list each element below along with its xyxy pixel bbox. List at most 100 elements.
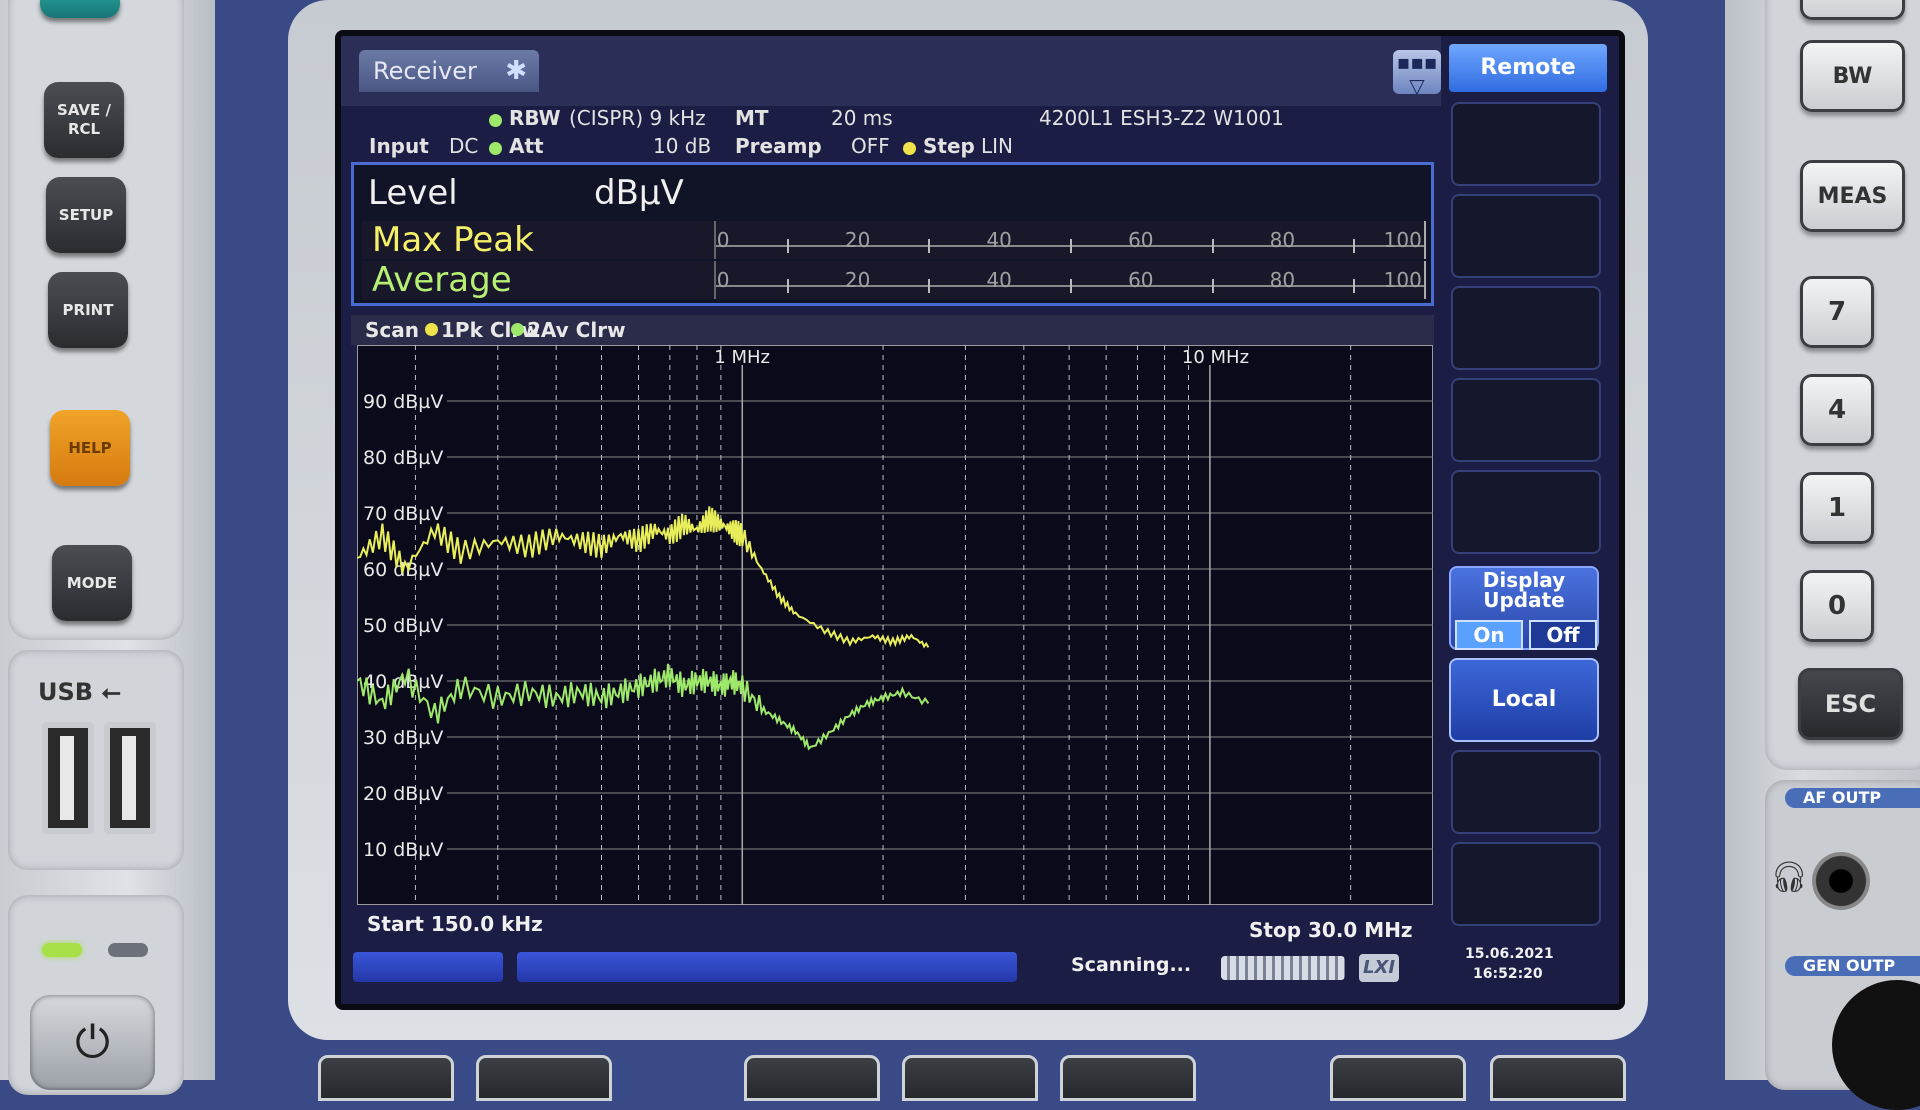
level-row-label: Max Peak: [372, 220, 534, 260]
bottom-key-4[interactable]: [902, 1055, 1038, 1101]
key-1[interactable]: 1: [1800, 472, 1874, 544]
display-update-label: Display Update: [1482, 568, 1566, 612]
hw-key-top-right[interactable]: [1800, 0, 1905, 20]
usb-port-1[interactable]: [42, 722, 94, 834]
input-label: Input: [369, 134, 429, 158]
y-tick-label: 40 dBµV: [363, 671, 443, 693]
standby-led: [108, 943, 148, 957]
softkey-4[interactable]: [1451, 378, 1601, 462]
att-label: Att: [509, 134, 544, 158]
preamp-value: OFF: [851, 134, 890, 158]
menu-dropdown-button[interactable]: ▪▪▪ ▽: [1393, 50, 1441, 98]
y-tick-label: 20 dBµV: [363, 783, 443, 805]
key-7[interactable]: 7: [1800, 276, 1874, 348]
scale-tick-100: 100: [1383, 228, 1422, 252]
trace1-label: 1Pk Clrw: [441, 318, 540, 342]
scale-tick-40: 40: [986, 268, 1012, 292]
scale-tick-0: 0: [716, 268, 730, 292]
step-value: LIN: [981, 134, 1014, 158]
bottom-key-6[interactable]: [1330, 1055, 1466, 1101]
y-tick-label: 70 dBµV: [363, 503, 443, 525]
display-update-off[interactable]: Off: [1529, 620, 1597, 650]
gen-output-label: GEN OUTP: [1785, 956, 1920, 976]
scan-plot[interactable]: 90 dBµV 80 dBµV 70 dBµV 60 dBµV 50 dBµV 40 dB…: [356, 344, 1434, 906]
scale-tick-20: 20: [844, 268, 871, 292]
att-value: 10 dB: [653, 134, 712, 158]
softkey-5[interactable]: [1451, 470, 1601, 554]
headphone-icon: 🎧︎: [1770, 860, 1809, 895]
status-time: 16:52:20: [1473, 966, 1543, 982]
y-tick-label: 80 dBµV: [363, 447, 443, 469]
bottom-key-1[interactable]: [318, 1055, 454, 1101]
save-rcl-key[interactable]: SAVE / RCL: [44, 82, 124, 158]
power-icon: ⏻: [75, 1017, 110, 1068]
display-update-on[interactable]: On: [1455, 620, 1523, 650]
key-0[interactable]: 0: [1800, 570, 1874, 642]
power-button[interactable]: ⏻: [30, 995, 155, 1090]
scan-label: Scan: [365, 318, 419, 342]
trace2-dot: [511, 323, 524, 336]
level-unit: dBµV: [594, 173, 684, 213]
softkey-1[interactable]: [1451, 102, 1601, 186]
softkey-2[interactable]: [1451, 194, 1601, 278]
level-panel: Level dBµV Max Peak 0 20 40 60 80 100 Av…: [351, 162, 1434, 306]
level-bar-max-peak: 0 20 40 60 80 100: [714, 221, 1426, 259]
mode-key[interactable]: MODE: [52, 545, 132, 621]
meas-key[interactable]: MEAS: [1800, 160, 1905, 232]
lxi-logo: LXI: [1359, 954, 1399, 982]
status-progress-bar: [517, 952, 1017, 982]
y-tick-label: 50 dBµV: [363, 615, 443, 637]
start-frequency: Start 150.0 kHz: [367, 912, 543, 936]
print-key[interactable]: PRINT: [48, 272, 128, 348]
att-indicator-dot: [489, 142, 502, 155]
preamp-label: Preamp: [735, 134, 822, 158]
softkey-8[interactable]: [1451, 750, 1601, 834]
x-tick-label: 1 MHz: [714, 347, 770, 368]
mt-value: 20 ms: [831, 106, 893, 130]
headphone-jack[interactable]: [1812, 852, 1870, 910]
bottom-key-7[interactable]: [1490, 1055, 1626, 1101]
tab-receiver[interactable]: Receiver ✱: [359, 50, 539, 92]
display-update-softkey[interactable]: Display Update On Off: [1449, 566, 1599, 650]
setup-key[interactable]: SETUP: [46, 177, 126, 253]
status-bar: Scanning... LXI 15.06.2021 16:52:20: [341, 944, 1619, 1004]
key-4[interactable]: 4: [1800, 374, 1874, 446]
bottom-key-display[interactable]: [744, 1055, 880, 1101]
softkey-9[interactable]: [1451, 842, 1601, 926]
menu-icon: ▪▪▪ ▽: [1396, 50, 1438, 98]
level-bar-average: 0 20 40 60 80 100: [714, 261, 1426, 299]
softkey-3[interactable]: [1451, 286, 1601, 370]
rbw-value: (CISPR) 9 kHz: [569, 106, 706, 130]
esc-key[interactable]: ESC: [1798, 668, 1903, 740]
local-softkey[interactable]: Local: [1449, 658, 1599, 742]
scanning-status: Scanning...: [1071, 954, 1192, 976]
help-key[interactable]: HELP: [50, 410, 130, 486]
scale-tick-80: 80: [1269, 228, 1296, 252]
usb-label: USB ⭠: [38, 678, 121, 706]
level-row-label: Average: [372, 260, 512, 300]
bottom-key-5[interactable]: [1060, 1055, 1196, 1101]
scale-tick-60: 60: [1128, 228, 1154, 252]
level-title: Level: [368, 173, 458, 213]
scale-tick-40: 40: [986, 228, 1012, 252]
usb-port-2[interactable]: [104, 722, 156, 834]
scale-tick-60: 60: [1128, 268, 1154, 292]
tab-receiver-label: Receiver: [373, 57, 477, 85]
x-tick-label: 10 MHz: [1182, 347, 1249, 368]
instrument-screen: Receiver ✱ ▪▪▪ ▽ Remote RBW (CISPR) 9 kHz…: [335, 30, 1625, 1010]
status-date: 15.06.2021: [1465, 946, 1554, 962]
hw-key-top[interactable]: [40, 0, 120, 18]
power-led-on: [42, 943, 82, 957]
scale-tick-20: 20: [844, 228, 871, 252]
step-indicator-dot: [903, 142, 916, 155]
transducer-info: 4200L1 ESH3-Z2 W1001: [1039, 106, 1284, 130]
scale-tick-80: 80: [1269, 268, 1296, 292]
usb-icon: ⭠: [101, 678, 121, 706]
bw-key[interactable]: BW: [1800, 40, 1905, 112]
rbw-label: RBW: [509, 106, 561, 130]
star-icon: ✱: [505, 56, 527, 86]
step-label: Step: [923, 134, 975, 158]
bottom-key-2[interactable]: [476, 1055, 612, 1101]
remote-button[interactable]: Remote: [1449, 44, 1607, 92]
stop-frequency: Stop 30.0 MHz: [1249, 918, 1413, 942]
